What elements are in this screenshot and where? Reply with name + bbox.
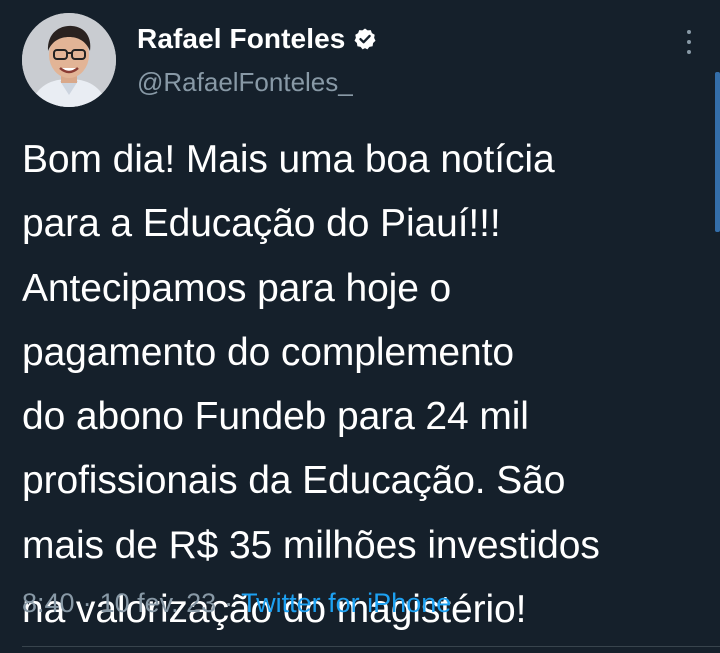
verified-badge-icon bbox=[353, 27, 377, 51]
avatar[interactable] bbox=[22, 13, 116, 107]
tweet-date[interactable]: 10 fev. 23 bbox=[100, 588, 217, 619]
tweet-time: 8:40 bbox=[22, 588, 75, 618]
author-handle[interactable]: @RafaelFonteles_ bbox=[137, 67, 353, 98]
meta-separator: · bbox=[224, 588, 234, 618]
avatar-image bbox=[22, 13, 116, 107]
tweet-detail: Rafael Fonteles @RafaelFonteles_ Bom dia… bbox=[0, 0, 720, 653]
author-display-name[interactable]: Rafael Fonteles bbox=[137, 23, 345, 55]
meta-separator: · bbox=[82, 588, 92, 618]
scrollbar[interactable] bbox=[715, 72, 720, 232]
tweet-source-link[interactable]: Twitter for iPhone bbox=[241, 588, 451, 619]
more-options-icon[interactable] bbox=[684, 30, 694, 54]
tweet-metadata: 8:40 · 10 fev. 23 · Twitter for iPhone bbox=[22, 588, 451, 619]
tweet-text: Bom dia! Mais uma boa notícia para a Edu… bbox=[22, 138, 600, 632]
divider bbox=[22, 646, 720, 647]
author-name-row: Rafael Fonteles bbox=[137, 19, 377, 59]
